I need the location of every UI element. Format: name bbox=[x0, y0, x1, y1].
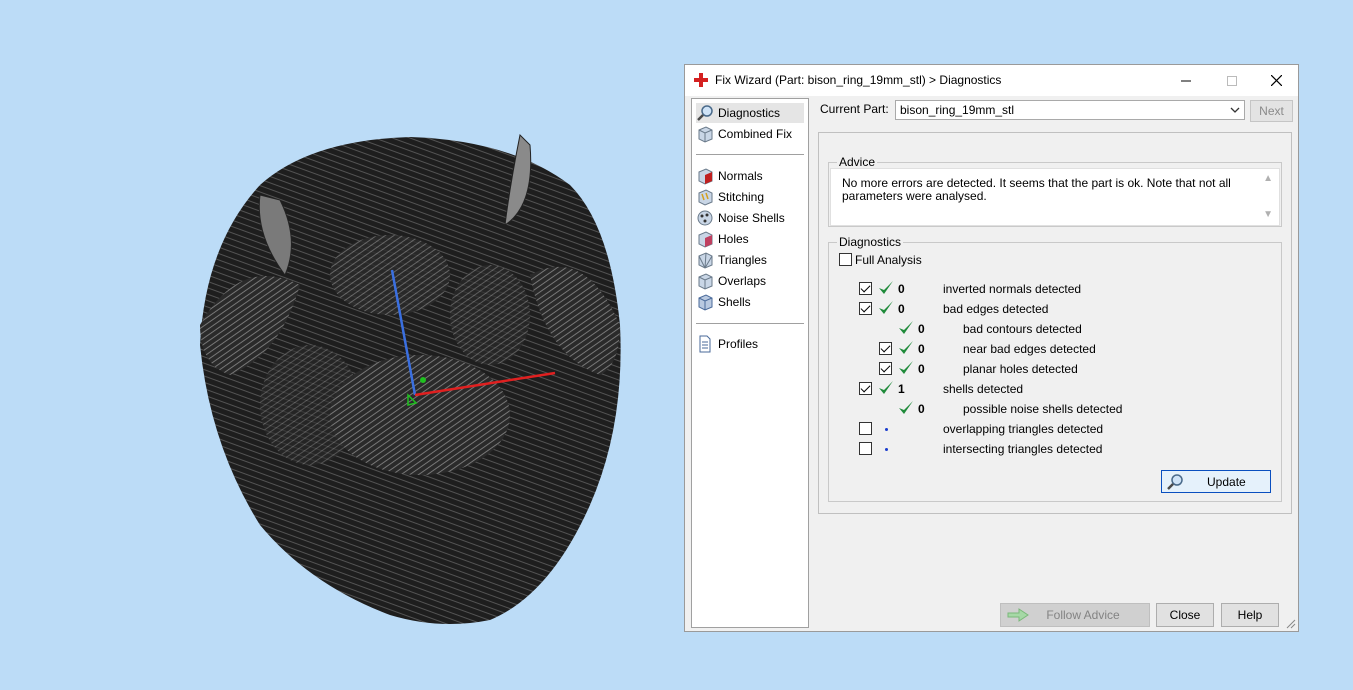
diagnostic-count: 0 bbox=[918, 322, 925, 336]
advice-textbox: No more errors are detected. It seems th… bbox=[830, 168, 1280, 226]
3d-model-viewport[interactable] bbox=[190, 125, 630, 625]
diagnostic-checkbox[interactable] bbox=[859, 442, 872, 455]
noise-shells-icon bbox=[697, 210, 713, 226]
diagnostic-label: planar holes detected bbox=[963, 362, 1078, 376]
help-button[interactable]: Help bbox=[1221, 603, 1279, 627]
maximize-icon bbox=[1227, 75, 1237, 86]
shells-cube-icon bbox=[698, 294, 713, 311]
diagnostic-label: intersecting triangles detected bbox=[943, 442, 1103, 456]
close-window-button[interactable] bbox=[1253, 65, 1299, 96]
advice-text: No more errors are detected. It seems th… bbox=[842, 176, 1231, 203]
green-check-icon bbox=[899, 401, 913, 414]
minimize-icon bbox=[1181, 80, 1191, 81]
nav-item-label: Stitching bbox=[718, 190, 765, 204]
diagnostic-label: overlapping triangles detected bbox=[943, 422, 1104, 436]
arrow-right-icon bbox=[1007, 608, 1029, 622]
magnifier-icon bbox=[1167, 474, 1183, 490]
close-icon bbox=[1270, 75, 1282, 86]
nav-item-combined-fix[interactable]: Combined Fix bbox=[696, 124, 804, 144]
stitching-cube-icon bbox=[698, 189, 713, 206]
magnifier-icon bbox=[697, 105, 713, 121]
fix-steps-panel: Diagnostics Combined Fix Normals Stitchi… bbox=[691, 98, 809, 628]
scroll-down-icon[interactable]: ▼ bbox=[1263, 209, 1273, 220]
follow-advice-label: Follow Advice bbox=[1046, 608, 1120, 622]
bison-head-mesh bbox=[200, 133, 621, 624]
diagnostic-count: 1 bbox=[898, 382, 905, 396]
diagnostic-label: possible noise shells detected bbox=[963, 402, 1123, 416]
current-part-value: bison_ring_19mm_stl bbox=[900, 103, 1015, 117]
current-part-label: Current Part: bbox=[820, 102, 889, 116]
nav-item-label: Overlaps bbox=[718, 274, 767, 288]
green-check-icon bbox=[899, 341, 913, 354]
normals-cube-icon bbox=[698, 168, 713, 185]
diagnostics-title: Diagnostics bbox=[837, 235, 904, 249]
nav-item-label: Combined Fix bbox=[718, 127, 793, 141]
pending-dot-icon bbox=[885, 428, 888, 431]
resize-grip-icon[interactable] bbox=[1286, 619, 1296, 629]
scroll-up-icon[interactable]: ▲ bbox=[1263, 173, 1273, 184]
diagnostic-checkbox[interactable] bbox=[879, 362, 892, 375]
update-button[interactable]: Update bbox=[1161, 470, 1271, 493]
diagnostic-label: shells detected bbox=[943, 382, 1024, 396]
green-check-icon bbox=[899, 361, 913, 374]
diagnostic-count: 0 bbox=[898, 302, 905, 316]
diagnostic-checkbox[interactable] bbox=[859, 302, 872, 315]
nav-item-label: Normals bbox=[718, 169, 763, 183]
document-icon bbox=[699, 335, 711, 353]
diagnostic-count: 0 bbox=[898, 282, 905, 296]
nav-item-label: Diagnostics bbox=[718, 106, 781, 120]
nav-item-stitching[interactable]: Stitching bbox=[696, 187, 804, 207]
nav-item-label: Shells bbox=[718, 295, 751, 309]
nav-item-diagnostics[interactable]: Diagnostics bbox=[696, 103, 804, 123]
diagnostic-count: 0 bbox=[918, 362, 925, 376]
green-check-icon bbox=[879, 281, 893, 294]
title-bar: Fix Wizard (Part: bison_ring_19mm_stl) >… bbox=[685, 65, 1298, 96]
green-check-icon bbox=[899, 321, 913, 334]
fix-wizard-dialog: Fix Wizard (Part: bison_ring_19mm_stl) >… bbox=[684, 64, 1299, 632]
nav-item-label: Noise Shells bbox=[718, 211, 785, 225]
nav-item-profiles[interactable]: Profiles bbox=[696, 334, 804, 354]
diagnostic-label: near bad edges detected bbox=[963, 342, 1096, 356]
green-check-icon bbox=[879, 301, 893, 314]
minimize-button[interactable] bbox=[1163, 65, 1209, 96]
nav-item-overlaps[interactable]: Overlaps bbox=[696, 271, 804, 291]
full-analysis-checkbox[interactable] bbox=[839, 253, 852, 266]
current-part-select[interactable]: bison_ring_19mm_stl bbox=[895, 100, 1245, 120]
maximize-button[interactable] bbox=[1209, 65, 1255, 96]
diagnostic-checkbox[interactable] bbox=[859, 282, 872, 295]
nav-item-holes[interactable]: Holes bbox=[696, 229, 804, 249]
overlaps-cube-icon bbox=[698, 273, 713, 290]
window-title: Fix Wizard (Part: bison_ring_19mm_stl) >… bbox=[715, 73, 1002, 87]
update-label: Update bbox=[1207, 475, 1246, 489]
nav-item-triangles[interactable]: Triangles bbox=[696, 250, 804, 270]
triangles-cube-icon bbox=[698, 252, 713, 269]
diagnostic-checkbox[interactable] bbox=[859, 382, 872, 395]
nav-item-label: Profiles bbox=[718, 337, 759, 351]
advice-title: Advice bbox=[837, 155, 878, 169]
red-cross-icon bbox=[694, 73, 708, 87]
diagnostic-checkbox[interactable] bbox=[879, 342, 892, 355]
diagnostic-label: bad edges detected bbox=[943, 302, 1049, 316]
nav-item-normals[interactable]: Normals bbox=[696, 166, 804, 186]
diagnostic-label: bad contours detected bbox=[963, 322, 1082, 336]
chevron-down-icon bbox=[1230, 107, 1240, 113]
close-button[interactable]: Close bbox=[1156, 603, 1214, 627]
green-check-icon bbox=[879, 381, 893, 394]
nav-item-noise-shells[interactable]: Noise Shells bbox=[696, 208, 804, 228]
follow-advice-button[interactable]: Follow Advice bbox=[1000, 603, 1150, 627]
holes-cube-icon bbox=[698, 231, 713, 248]
pending-dot-icon bbox=[885, 448, 888, 451]
diagnostic-count: 0 bbox=[918, 342, 925, 356]
next-button[interactable]: Next bbox=[1250, 100, 1293, 122]
diagnostic-checkbox[interactable] bbox=[859, 422, 872, 435]
nav-item-shells[interactable]: Shells bbox=[696, 292, 804, 312]
nav-item-label: Holes bbox=[718, 232, 749, 246]
full-analysis-label: Full Analysis bbox=[855, 253, 922, 267]
diagnostic-label: inverted normals detected bbox=[943, 282, 1082, 296]
nav-item-label: Triangles bbox=[718, 253, 767, 267]
diagnostic-count: 0 bbox=[918, 402, 925, 416]
cube-icon bbox=[698, 126, 713, 143]
